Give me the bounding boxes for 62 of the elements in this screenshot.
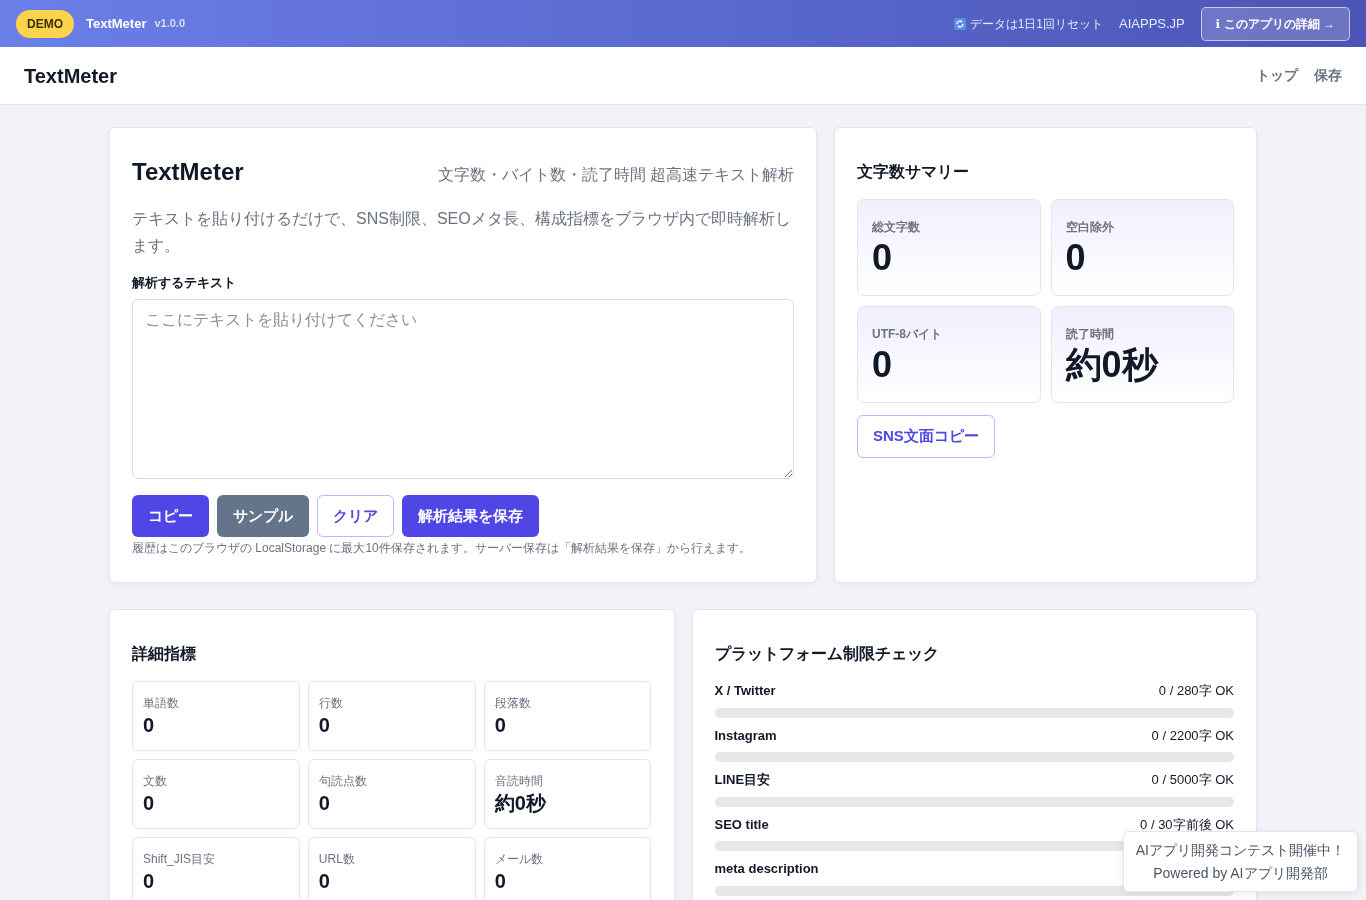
action-button[interactable]: クリア: [317, 494, 394, 538]
stat-value: 0: [872, 236, 894, 280]
sns-copy-button[interactable]: SNS文面コピー: [857, 415, 995, 458]
action-button[interactable]: コピー: [132, 494, 209, 538]
metric-value: 0: [318, 791, 331, 816]
metric-value: 0: [143, 869, 156, 894]
limit-reading: 0 / 2200字 OK: [1151, 726, 1234, 745]
metric-label: 文数: [143, 773, 168, 790]
stat-label: 読了時間: [1065, 326, 1115, 343]
metric-value: 0: [143, 713, 156, 738]
metric-label: 音読時間: [494, 773, 544, 790]
storage-note: 履歴はこのブラウザの LocalStorage に最大10件保存されます。サーバー保存は「解析結果を保存」から行えます。: [132, 540, 752, 558]
promo-toast[interactable]: AIアプリ開発コンテスト開催中！ Powered by AIアプリ開発部: [1122, 831, 1358, 892]
platform-name: LINE目安: [714, 771, 771, 789]
platform-name: meta description: [714, 860, 819, 878]
toast-line: Powered by AIアプリ開発部: [1152, 863, 1329, 883]
metric-label: メール数: [494, 851, 544, 868]
metric-label: 単語数: [143, 695, 180, 712]
stat-value: 0: [872, 343, 894, 387]
stat-label: UTF-8バイト: [872, 326, 943, 343]
limit-reading: 0 / 5000字 OK: [1151, 771, 1234, 789]
metric-value: 約0秒: [494, 791, 547, 816]
action-button[interactable]: 解析結果を保存: [402, 494, 539, 538]
brand[interactable]: TextMeter: [24, 60, 117, 91]
demo-badge: DEMO: [16, 9, 74, 38]
platform-name: X / Twitter: [714, 682, 776, 700]
metric-value: 0: [143, 791, 156, 816]
section-title: 文字数サマリー: [857, 162, 970, 182]
version-label: v1.0.0: [154, 16, 186, 32]
refresh-icon: [953, 17, 966, 30]
text-input[interactable]: ここにテキストを貼り付けてください: [132, 298, 794, 479]
app-name: TextMeter: [86, 14, 147, 33]
metric-label: 句読点数: [318, 773, 368, 790]
metric-value: 0: [318, 869, 331, 894]
about-button[interactable]: ℹ このアプリの詳細 →: [1200, 6, 1350, 41]
field-label: 解析するテキスト: [132, 274, 237, 293]
metric-label: 行数: [318, 695, 344, 712]
stat-label: 総文字数: [872, 219, 921, 236]
section-title: プラットフォーム制限チェック: [714, 644, 940, 664]
card-title: TextMeter: [132, 158, 244, 187]
metric-value: 0: [318, 713, 331, 738]
nav-link[interactable]: トップ: [1256, 65, 1298, 86]
description: テキストを貼り付けるだけで、SNS制限、SEOメタ長、構成指標をブラウザ内で即時解析します。: [132, 209, 792, 257]
action-button[interactable]: サンプル: [217, 494, 309, 538]
toast-line: AIアプリ開発コンテスト開催中！: [1135, 841, 1345, 861]
metric-label: URL数: [318, 851, 356, 868]
section-title: 詳細指標: [132, 644, 197, 664]
platform-name: SEO title: [714, 815, 769, 834]
reset-note: データは1日1回リセット: [969, 15, 1103, 33]
limit-reading: 0 / 280字 OK: [1158, 682, 1234, 700]
stat-value: 約0秒: [1065, 343, 1160, 387]
metric-label: 段落数: [494, 695, 532, 712]
stat-label: 空白除外: [1065, 219, 1115, 236]
metric-value: 0: [494, 713, 507, 738]
site-link[interactable]: AIAPPS.JP: [1119, 13, 1185, 34]
limit-reading: 0 / 30字前後 OK: [1140, 815, 1234, 834]
platform-name: Instagram: [714, 726, 777, 745]
stat-value: 0: [1065, 236, 1087, 280]
nav-link[interactable]: 保存: [1314, 65, 1342, 86]
metric-value: 0: [494, 869, 507, 894]
metric-label: Shift_JIS目安: [143, 851, 217, 868]
tagline: 文字数・バイト数・読了時間 超高速テキスト解析: [437, 165, 794, 185]
